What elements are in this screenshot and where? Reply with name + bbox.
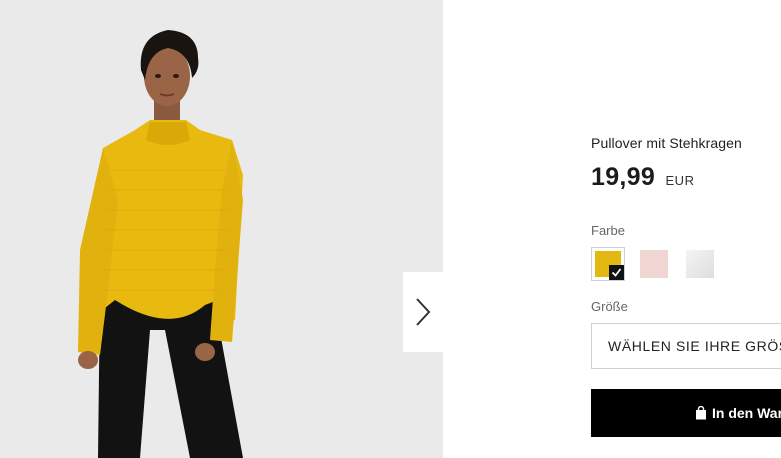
add-to-cart-button[interactable]: In den Warenkorb	[591, 389, 781, 437]
swatch-fill	[686, 250, 714, 278]
product-image-gallery	[0, 0, 443, 458]
color-swatch-yellow[interactable]	[591, 247, 625, 281]
swatch-fill	[640, 250, 668, 278]
color-swatches	[591, 247, 717, 281]
size-select[interactable]: WÄHLEN SIE IHRE GRÖSSE	[591, 323, 781, 369]
color-label: Farbe	[591, 223, 625, 238]
product-price: 19,99 EUR	[591, 163, 694, 192]
product-info-panel: Pullover mit Stehkragen 19,99 EUR Farbe …	[591, 0, 781, 458]
check-icon	[609, 265, 624, 280]
product-photo	[0, 0, 443, 458]
shopping-bag-icon	[695, 406, 707, 420]
color-swatch-light-pink[interactable]	[637, 247, 671, 281]
product-title: Pullover mit Stehkragen	[591, 135, 742, 151]
price-value: 19,99	[591, 163, 656, 191]
chevron-right-icon	[416, 298, 431, 326]
add-to-cart-label: In den Warenkorb	[712, 405, 781, 421]
next-image-button[interactable]	[403, 272, 443, 352]
size-label: Größe	[591, 299, 628, 314]
price-currency: EUR	[665, 173, 695, 188]
color-swatch-light-grey[interactable]	[683, 247, 717, 281]
